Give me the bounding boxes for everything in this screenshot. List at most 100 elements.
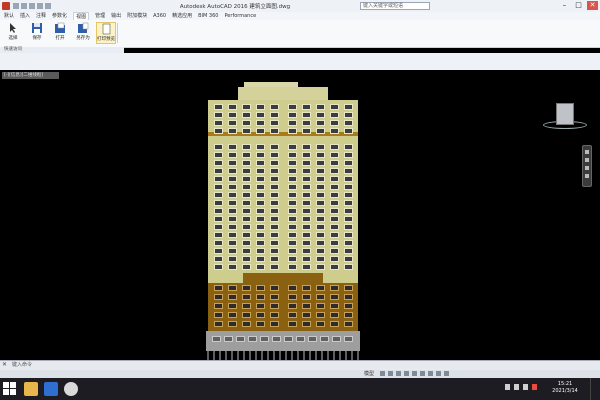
podium-window bbox=[344, 285, 353, 291]
cursor-icon bbox=[7, 22, 19, 34]
ribbon-tab[interactable]: 视图 bbox=[73, 12, 90, 20]
window-pane bbox=[288, 256, 297, 262]
ribbon-button-print-preview[interactable]: 打印预览 bbox=[96, 22, 116, 44]
help-search-input[interactable]: 键入关键字或短语 bbox=[360, 2, 430, 10]
pan-icon[interactable] bbox=[585, 150, 589, 154]
taskbar-clock[interactable]: 15:21 2021/3/14 bbox=[548, 381, 582, 395]
podium-window bbox=[344, 312, 353, 318]
folder-icon bbox=[54, 22, 66, 34]
command-close-button[interactable]: ✕ bbox=[2, 362, 8, 368]
viewcube-icon[interactable] bbox=[556, 103, 574, 125]
window-pane bbox=[288, 248, 297, 254]
undo-icon[interactable] bbox=[37, 3, 43, 9]
ribbon-button-open[interactable]: 打开 bbox=[50, 22, 70, 44]
autocad-app-icon[interactable] bbox=[2, 2, 10, 10]
ribbon-button-select[interactable]: 选择 bbox=[3, 22, 23, 44]
window-pane bbox=[270, 184, 279, 190]
ribbon-tab[interactable]: 精选应用 bbox=[172, 12, 192, 20]
window-pane bbox=[302, 104, 311, 110]
window-pane bbox=[344, 120, 353, 126]
window-pane bbox=[270, 232, 279, 238]
viewport-controls-label[interactable]: [-][信息][二维线框] bbox=[2, 72, 59, 79]
workspace-icon[interactable] bbox=[436, 371, 441, 376]
podium-window bbox=[316, 312, 325, 318]
volume-icon[interactable] bbox=[514, 384, 519, 390]
close-button[interactable]: ✕ bbox=[587, 1, 598, 10]
window-pane bbox=[302, 184, 311, 190]
ribbon-tab[interactable]: 插入 bbox=[20, 12, 30, 20]
navigation-bar[interactable] bbox=[582, 145, 592, 187]
customize-icon[interactable] bbox=[444, 371, 449, 376]
ribbon-tab[interactable]: 参数化 bbox=[52, 12, 67, 20]
zoom-icon[interactable] bbox=[585, 158, 589, 162]
window-pane bbox=[344, 216, 353, 222]
window-pane bbox=[214, 176, 223, 182]
polar-icon[interactable] bbox=[404, 371, 409, 376]
podium-window bbox=[288, 312, 297, 318]
window-pane bbox=[330, 168, 339, 174]
window-pane bbox=[288, 104, 297, 110]
window-pane bbox=[330, 112, 339, 118]
ribbon-tab[interactable]: 注释 bbox=[36, 12, 46, 20]
window-pane bbox=[344, 248, 353, 254]
ribbon-tab[interactable]: BIM 360 bbox=[198, 12, 218, 20]
edge-browser-icon[interactable] bbox=[44, 382, 58, 396]
window-pane bbox=[214, 128, 223, 134]
ribbon-tab[interactable]: Performance bbox=[224, 12, 256, 20]
maximize-button[interactable]: □ bbox=[573, 1, 584, 10]
window-pane bbox=[242, 224, 251, 230]
podium-window bbox=[242, 303, 251, 309]
input-method-icon[interactable] bbox=[523, 384, 528, 390]
window-pane bbox=[344, 160, 353, 166]
showmotion-icon[interactable] bbox=[585, 174, 589, 178]
open-icon[interactable] bbox=[21, 3, 27, 9]
podium-window bbox=[302, 285, 311, 291]
ribbon-tab[interactable]: 附加模块 bbox=[127, 12, 147, 20]
ribbon-button-save[interactable]: 保存 bbox=[27, 22, 47, 44]
osnap-icon[interactable] bbox=[412, 371, 417, 376]
window-pane bbox=[214, 120, 223, 126]
windows-start-icon[interactable] bbox=[3, 382, 17, 396]
file-explorer-icon[interactable] bbox=[24, 382, 38, 396]
base-opening bbox=[332, 336, 341, 342]
chrome-browser-icon[interactable] bbox=[64, 382, 78, 396]
ribbon-tab[interactable]: 管理 bbox=[95, 12, 105, 20]
redo-icon[interactable] bbox=[45, 3, 51, 9]
window-controls: – □ ✕ bbox=[559, 1, 598, 10]
show-desktop-button[interactable] bbox=[590, 378, 600, 400]
ribbon-tab[interactable]: 输出 bbox=[111, 12, 121, 20]
window-pane bbox=[270, 200, 279, 206]
orbit-icon[interactable] bbox=[585, 166, 589, 170]
snap-icon[interactable] bbox=[388, 371, 393, 376]
ribbon-button-label: 选择 bbox=[8, 36, 18, 41]
window-pane bbox=[302, 128, 311, 134]
new-icon[interactable] bbox=[13, 3, 19, 9]
annotation-scale-icon[interactable] bbox=[428, 371, 433, 376]
window-pane bbox=[242, 168, 251, 174]
save-icon[interactable] bbox=[29, 3, 35, 9]
base-opening bbox=[224, 336, 233, 342]
ribbon-tab[interactable]: 默认 bbox=[4, 12, 14, 20]
lineweight-icon[interactable] bbox=[420, 371, 425, 376]
network-icon[interactable] bbox=[505, 384, 510, 390]
window-pane bbox=[270, 104, 279, 110]
window-pane bbox=[288, 128, 297, 134]
grid-icon[interactable] bbox=[380, 371, 385, 376]
podium-window bbox=[288, 285, 297, 291]
ortho-icon[interactable] bbox=[396, 371, 401, 376]
command-input[interactable]: 键入命令 bbox=[12, 361, 32, 369]
building-elevation-drawing bbox=[206, 80, 360, 370]
window-pane bbox=[228, 192, 237, 198]
window-pane bbox=[344, 264, 353, 270]
window-pane bbox=[228, 248, 237, 254]
model-space-label[interactable]: 模型 bbox=[364, 371, 374, 377]
ribbon-button-save-as[interactable]: 另存为 bbox=[73, 22, 93, 44]
podium-window bbox=[288, 321, 297, 327]
window-pane bbox=[228, 176, 237, 182]
window-pane bbox=[270, 224, 279, 230]
notification-icon[interactable] bbox=[532, 384, 537, 390]
window-pane bbox=[302, 112, 311, 118]
minimize-button[interactable]: – bbox=[559, 1, 570, 10]
window-pane bbox=[256, 200, 265, 206]
ribbon-tab[interactable]: A360 bbox=[153, 12, 166, 20]
